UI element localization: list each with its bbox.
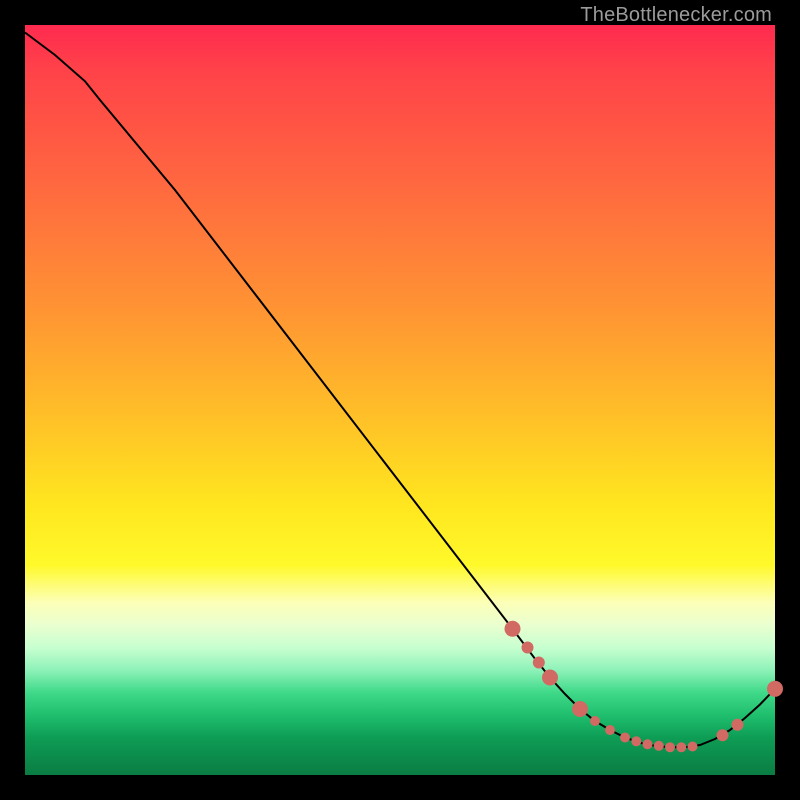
data-point [605,725,615,735]
data-point [631,736,641,746]
data-point [522,642,534,654]
data-point [767,681,783,697]
data-point [654,741,664,751]
data-point [676,742,686,752]
data-point [590,716,600,726]
data-point [533,657,545,669]
data-point [620,733,630,743]
curve-layer [25,25,775,775]
chart-stage: TheBottlenecker.com [0,0,800,800]
data-point [688,742,698,752]
bottleneck-curve [25,33,775,748]
data-point [732,719,744,731]
plot-area [25,25,775,775]
data-point [572,701,588,717]
highlight-points [505,621,784,753]
data-point [643,739,653,749]
data-point [665,742,675,752]
data-point [505,621,521,637]
data-point [717,729,729,741]
data-point [542,670,558,686]
watermark-text: TheBottlenecker.com [580,4,772,27]
